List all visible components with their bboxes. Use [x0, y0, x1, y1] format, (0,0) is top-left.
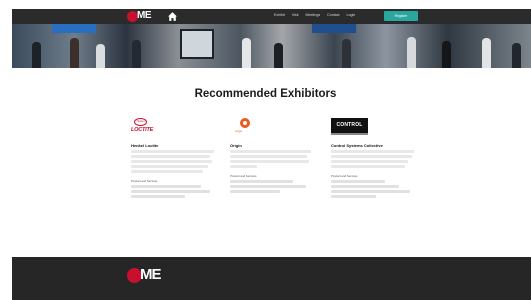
exhibitor-description: [230, 150, 320, 168]
hero-person: [342, 39, 351, 68]
products-list: [331, 180, 421, 198]
nav-item-exhibit[interactable]: Exhibit: [274, 13, 285, 17]
products-list: [230, 180, 320, 193]
exhibitor-name[interactable]: Control Systems Collective: [331, 143, 421, 148]
hero-person: [482, 38, 491, 68]
home-icon[interactable]: [167, 11, 178, 22]
hero-person: [442, 41, 451, 68]
hero-person: [512, 43, 521, 68]
exhibitor-description: [131, 150, 221, 173]
exhibitor-logo[interactable]: CONTROL: [331, 118, 421, 138]
footer: ME: [12, 257, 531, 300]
exhibitor-card[interactable]: origin Origin Product and Services: [230, 118, 320, 193]
exhibitor-name[interactable]: Origin: [230, 143, 320, 148]
origin-wordmark: origin: [235, 129, 243, 133]
site-logo[interactable]: ME: [127, 10, 161, 23]
footer-logo-text: ME: [140, 266, 161, 283]
main-nav: Exhibit Visit Meetings Contact Login: [274, 13, 355, 17]
hero-person: [70, 38, 79, 68]
products-list: [131, 185, 221, 198]
loctite-wordmark: LOCTITE: [131, 127, 154, 133]
hero-photo-strip: [12, 24, 531, 68]
exhibitor-card[interactable]: Henkel LOCTITE Henkel Loctite Product an…: [131, 118, 221, 198]
henkel-ring: Henkel: [134, 118, 147, 126]
origin-logo-mark: [240, 118, 250, 128]
hero-person: [274, 43, 283, 68]
page-title: Recommended Exhibitors: [194, 88, 337, 100]
hero-person: [32, 42, 41, 68]
control-logo: CONTROL: [331, 118, 368, 135]
exhibitor-logo[interactable]: origin: [230, 118, 320, 138]
nav-item-visit[interactable]: Visit: [292, 13, 299, 17]
top-navigation-bar: ME Exhibit Visit Meetings Contact Login …: [12, 9, 531, 24]
hero-display-screen: [180, 29, 214, 59]
logo-text: ME: [137, 10, 152, 21]
exhibitor-logo[interactable]: Henkel LOCTITE: [131, 118, 221, 138]
hero-person: [407, 37, 416, 68]
products-label: Product and Services: [230, 174, 257, 178]
nav-item-login[interactable]: Login: [347, 13, 356, 17]
hero-banner: [312, 24, 356, 33]
exhibitor-name[interactable]: Henkel Loctite: [131, 143, 221, 148]
nav-item-meetings[interactable]: Meetings: [306, 13, 321, 17]
products-label: Product and Services: [331, 174, 358, 178]
hero-person: [242, 38, 251, 68]
products-label: Product and Services: [131, 179, 158, 183]
footer-logo[interactable]: ME: [127, 266, 167, 286]
exhibitor-description: [331, 150, 421, 168]
hero-banner: [52, 24, 96, 33]
exhibitor-card[interactable]: CONTROL Control Systems Collective Produ…: [331, 118, 421, 198]
nav-item-contact[interactable]: Contact: [327, 13, 339, 17]
register-button[interactable]: Register: [384, 11, 418, 21]
hero-person: [132, 40, 141, 68]
hero-person: [96, 44, 105, 68]
